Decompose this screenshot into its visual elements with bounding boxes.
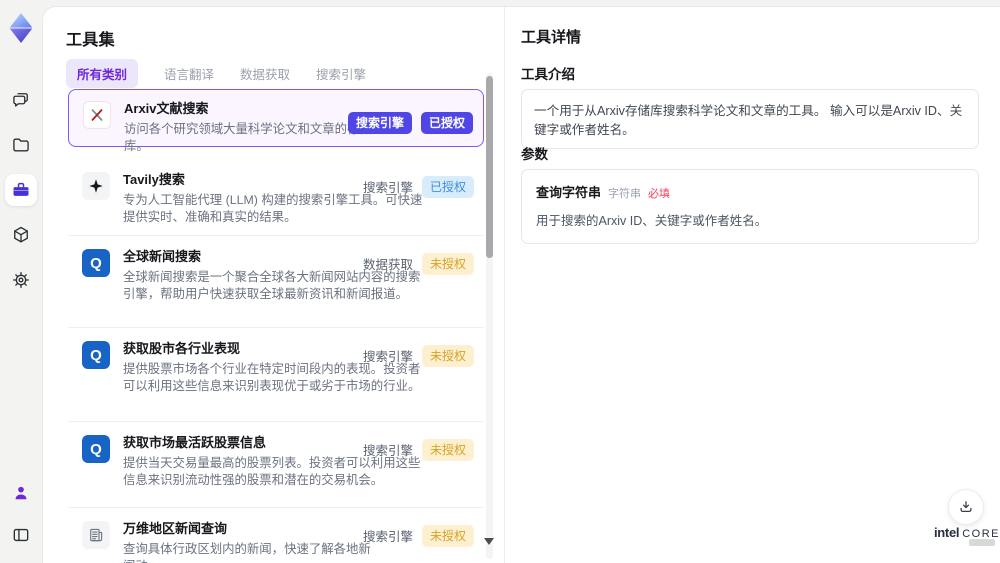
sidebar [0, 0, 42, 563]
tool-name: 万维地区新闻查询 [123, 521, 228, 536]
intel-brand-text: intel [933, 525, 960, 540]
news-app-icon: Q [82, 249, 110, 277]
auth-status-badge: 已授权 [421, 175, 474, 198]
parameter-name: 查询字符串 [536, 185, 602, 200]
parameter-description: 用于搜索的Arxiv ID、关键字或作者姓名。 [536, 214, 768, 228]
tool-card-sector-performance[interactable]: Q 获取股市各行业表现 提供股票市场各个行业在特定时间段内的表现。投资者可以利用… [68, 328, 484, 422]
toolbox-icon [13, 182, 29, 196]
newspaper-icon [82, 521, 110, 549]
folder-icon [13, 138, 29, 152]
app-logo [6, 12, 36, 44]
tool-card-global-news[interactable]: Q 全球新闻搜索 全球新闻搜索是一个聚合全球各大新闻网站内容的搜索引擎，帮助用户… [68, 236, 484, 328]
tool-name: 获取股市各行业表现 [123, 341, 241, 356]
category-badge: 搜索引擎 [362, 350, 413, 364]
category-badge: 搜索引擎 [347, 112, 412, 134]
detail-panel-title: 工具详情 [521, 29, 582, 46]
list-scrollbar-thumb[interactable] [486, 76, 493, 258]
sidebar-item-files[interactable] [5, 129, 37, 161]
download-icon [960, 501, 972, 512]
tools-panel-title: 工具集 [66, 32, 115, 49]
sidebar-item-collapse[interactable] [5, 519, 37, 551]
category-badge: 搜索引擎 [362, 530, 413, 544]
tab-search-engine[interactable]: 搜索引擎 [316, 64, 366, 83]
tool-name: 获取市场最活跃股票信息 [123, 435, 267, 450]
tab-all-categories[interactable]: 所有类别 [66, 59, 139, 88]
tool-card-regional-news[interactable]: 万维地区新闻查询 查询具体行政区划内的新闻，快速了解各地新闻动 搜索引擎 未授权 [68, 508, 484, 563]
category-badge: 搜索引擎 [362, 444, 413, 458]
tool-description: 访问各个研究领域大量科学论文和文章的存储库。 [124, 122, 372, 153]
tool-name: Tavily搜索 [123, 172, 185, 187]
tool-name: Arxiv文献搜索 [124, 101, 209, 116]
category-badge: 搜索引擎 [362, 181, 413, 195]
news-app-icon: Q [82, 435, 110, 463]
cube-icon [14, 226, 28, 243]
gear-icon [13, 272, 30, 288]
parameter-required-label: 必填 [648, 188, 671, 200]
sidebar-item-toolbox[interactable] [5, 174, 37, 206]
tab-data-fetch[interactable]: 数据获取 [240, 64, 290, 83]
app-window: 工具集 所有类别 语言翻译 数据获取 搜索引擎 Arxiv文献搜索 访问各个研究… [0, 0, 1000, 563]
category-badge: 数据获取 [362, 258, 413, 272]
user-icon [15, 486, 27, 500]
intro-text-box: 一个用于从Arxiv存储库搜索科学论文和文章的工具。 输入可以是Arxiv ID… [521, 89, 979, 149]
auth-status-badge: 未授权 [421, 252, 474, 275]
sidebar-item-account[interactable] [5, 477, 37, 509]
news-icon-letter: Q [90, 440, 102, 458]
auth-status-badge: 未授权 [421, 344, 474, 367]
sidebar-item-chat[interactable] [5, 84, 37, 116]
sidebar-nav [0, 84, 42, 296]
sidebar-bottom [0, 477, 42, 551]
auth-status-badge: 未授权 [421, 524, 474, 547]
intro-heading: 工具介绍 [521, 67, 575, 82]
category-tabs: 所有类别 语言翻译 数据获取 搜索引擎 [66, 59, 366, 88]
download-button[interactable] [948, 489, 984, 525]
auth-status-badge: 未授权 [421, 438, 474, 461]
tab-language-translation[interactable]: 语言翻译 [164, 64, 214, 83]
tool-card-tavily[interactable]: Tavily搜索 专为人工智能代理 (LLM) 构建的搜索引擎工具。可快速提供实… [68, 159, 484, 236]
intel-core-sub-badge [969, 539, 995, 546]
collapse-panel-icon [13, 528, 29, 542]
tool-description: 查询具体行政区划内的新闻，快速了解各地新闻动 [123, 542, 371, 563]
panel-divider [504, 7, 505, 563]
chat-icon [13, 93, 28, 107]
news-icon-letter: Q [90, 346, 102, 364]
parameter-card: 查询字符串 字符串 必填 用于搜索的Arxiv ID、关键字或作者姓名。 [521, 169, 979, 244]
arxiv-logo-icon [83, 101, 111, 129]
sidebar-item-packages[interactable] [5, 219, 37, 251]
four-point-star-icon [82, 172, 110, 200]
main-content: 工具集 所有类别 语言翻译 数据获取 搜索引擎 Arxiv文献搜索 访问各个研究… [42, 6, 1000, 563]
params-heading: 参数 [521, 147, 548, 162]
auth-status-badge: 已授权 [420, 112, 473, 134]
tool-card-active-stocks[interactable]: Q 获取市场最活跃股票信息 提供当天交易量最高的股票列表。投资者可以利用这些信息… [68, 422, 484, 508]
scrollbar-down-arrow-icon[interactable] [484, 538, 494, 545]
news-app-icon: Q [82, 341, 110, 369]
parameter-type: 字符串 [608, 188, 642, 200]
tool-card-arxiv[interactable]: Arxiv文献搜索 访问各个研究领域大量科学论文和文章的存储库。 搜索引擎 已授… [68, 89, 484, 153]
tool-name: 全球新闻搜索 [123, 249, 202, 264]
news-icon-letter: Q [90, 254, 102, 272]
sidebar-item-settings[interactable] [5, 264, 37, 296]
diamond-logo-icon [9, 13, 33, 43]
